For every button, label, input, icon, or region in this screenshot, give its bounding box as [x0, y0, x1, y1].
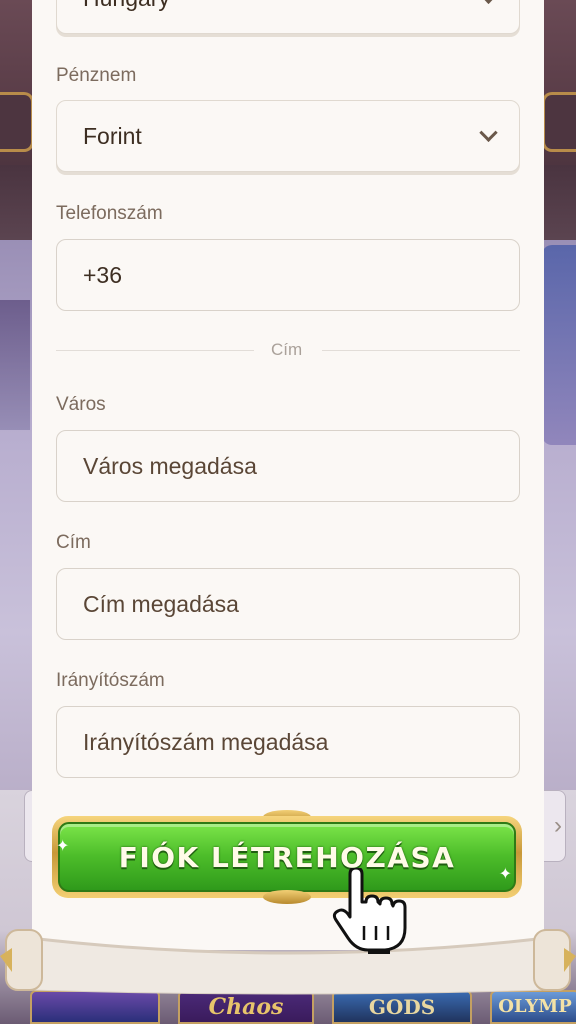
- scroll-decoration: [0, 929, 576, 995]
- chevron-down-icon: [479, 123, 498, 142]
- currency-label: Pénznem: [56, 65, 137, 86]
- country-select[interactable]: Hungary: [56, 0, 520, 34]
- background-pillar-left: [0, 300, 30, 430]
- phone-input[interactable]: +36: [56, 239, 520, 311]
- create-account-button-face: FIÓK LÉTREHOZÁSA: [58, 822, 516, 892]
- city-input-placeholder: Város megadása: [83, 452, 257, 479]
- address-divider-line-right: [322, 350, 520, 351]
- sparkle-icon: ✦: [498, 866, 512, 883]
- phone-label: Telefonszám: [56, 203, 163, 224]
- city-label: Város: [56, 394, 106, 415]
- sparkle-icon: ✦: [56, 838, 70, 855]
- create-account-button-frame: FIÓK LÉTREHOZÁSA ✦ ✦: [52, 810, 522, 904]
- pointing-hand-icon: [332, 868, 407, 954]
- country-select-value: Hungary: [83, 0, 170, 12]
- address-divider-line-left: [56, 350, 254, 351]
- ornament-bottom: [263, 890, 311, 904]
- city-input[interactable]: Város megadása: [56, 430, 520, 502]
- currency-select-value: Forint: [83, 122, 142, 149]
- background-frame-left: [0, 92, 34, 152]
- background-frame-right: [542, 92, 576, 152]
- create-account-button[interactable]: FIÓK LÉTREHOZÁSA: [52, 816, 522, 898]
- background-pillar-right: [542, 245, 576, 445]
- address-input-placeholder: Cím megadása: [83, 590, 239, 617]
- address-divider-label: Cím: [271, 340, 303, 359]
- phone-input-value: +36: [83, 261, 123, 288]
- currency-select[interactable]: Forint: [56, 100, 520, 172]
- zip-input-placeholder: Irányítószám megadása: [83, 728, 329, 755]
- zip-label: Irányítószám: [56, 670, 165, 691]
- chevron-right-icon: ›: [554, 812, 562, 839]
- chevron-down-icon: [479, 0, 498, 4]
- address-input[interactable]: Cím megadása: [56, 568, 520, 640]
- zip-input[interactable]: Irányítószám megadása: [56, 706, 520, 778]
- address-label: Cím: [56, 532, 91, 553]
